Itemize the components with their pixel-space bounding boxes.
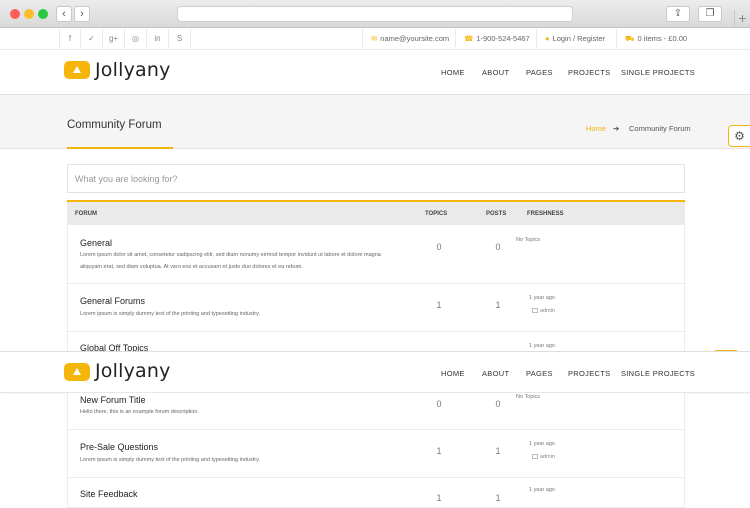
forum-table-header: FORUM TOPICS POSTS FRESHNESS (67, 200, 685, 225)
email-text: name@yoursite.com (380, 34, 450, 43)
menu-single-projects[interactable]: SINGLE PROJECTS (621, 68, 695, 77)
topics-count: 1 (436, 300, 442, 310)
freshness-link[interactable]: 1 year ago (529, 343, 555, 349)
menu-home[interactable]: HOME (441, 68, 465, 77)
breadcrumb-home[interactable]: Home (586, 124, 606, 133)
table-row: New Forum Title Hello there, this is an … (67, 393, 685, 430)
forum-description: Lorem ipsum is simply dummy text of the … (80, 457, 260, 463)
login-link[interactable]: ● Login / Register (536, 28, 613, 50)
close-window-button[interactable] (10, 9, 20, 19)
logo-text[interactable]: Jollyany (95, 59, 171, 81)
col-forum: FORUM (75, 211, 97, 217)
sticky-header: Jollyany HOME ABOUT PAGES PROJECTS SINGL… (0, 351, 750, 393)
page-title: Community Forum (67, 119, 162, 131)
posts-count: 0 (495, 399, 501, 409)
forum-title-link[interactable]: Site Feedback (80, 489, 138, 499)
title-underline (67, 147, 173, 149)
page-title-bar: Community Forum Home ➔ Community Forum (0, 94, 750, 149)
logo-icon[interactable] (64, 363, 90, 381)
facebook-icon[interactable]: f (59, 28, 81, 50)
address-bar[interactable] (177, 6, 573, 22)
avatar (532, 308, 538, 313)
minimize-window-button[interactable] (24, 9, 34, 19)
breadcrumb-arrow-icon: ➔ (613, 124, 620, 133)
google-plus-icon[interactable]: g+ (103, 28, 125, 50)
menu-about[interactable]: ABOUT (482, 68, 509, 77)
table-row: Site Feedback 1 1 1 year ago (67, 478, 685, 508)
logo-text[interactable]: Jollyany (95, 360, 171, 382)
author-link[interactable]: admin (532, 308, 555, 314)
forum-title-link[interactable]: Pre-Sale Questions (80, 442, 158, 452)
forum-description: Hello there, this is an example forum de… (80, 409, 199, 415)
freshness-text: No Topics (516, 237, 541, 243)
login-text: Login / Register (552, 34, 606, 43)
new-tab-icon[interactable]: + (734, 10, 750, 28)
author-name: admin (540, 454, 555, 460)
skype-icon[interactable]: S (169, 28, 191, 50)
menu-pages[interactable]: PAGES (526, 68, 553, 77)
forum-title-link[interactable]: General (80, 238, 112, 248)
settings-gear-icon[interactable]: ⚙ (728, 125, 750, 147)
topics-count: 0 (436, 399, 442, 409)
posts-count: 1 (495, 493, 501, 503)
author-link[interactable]: admin (532, 454, 555, 460)
phone-link[interactable]: ☎ 1-900-524-5467 (455, 28, 538, 50)
phone-icon: ☎ (464, 34, 474, 43)
posts-count: 0 (495, 242, 501, 252)
breadcrumb-current: Community Forum (629, 124, 691, 133)
author-name: admin (540, 308, 555, 314)
col-topics: TOPICS (425, 211, 448, 217)
cart-icon: ⛟ (625, 34, 635, 43)
cart-link[interactable]: ⛟ 0 items - £0.00 (616, 28, 695, 50)
avatar (532, 454, 538, 459)
forum-title-link[interactable]: General Forums (80, 296, 145, 306)
freshness-text: No Topics (516, 394, 541, 400)
menu-pages[interactable]: PAGES (526, 369, 553, 378)
twitter-icon[interactable]: ✓ (81, 28, 103, 50)
col-posts: POSTS (486, 211, 507, 217)
share-icon[interactable]: ⇪ (666, 6, 690, 22)
menu-about[interactable]: ABOUT (482, 369, 509, 378)
table-row: General Forums Lorem ipsum is simply dum… (67, 284, 685, 332)
menu-single-projects[interactable]: SINGLE PROJECTS (621, 369, 695, 378)
linkedin-icon[interactable]: in (147, 28, 169, 50)
table-row: Global Off Topics 1 year ago (67, 332, 685, 353)
browser-toolbar: ‹ › ⇪ ❐ + (0, 0, 750, 28)
col-freshness: FRESHNESS (527, 211, 564, 217)
cart-text: 0 items - £0.00 (637, 34, 688, 43)
forward-button[interactable]: › (74, 6, 90, 22)
user-icon: ● (545, 34, 550, 43)
freshness-link[interactable]: 1 year ago (529, 487, 555, 493)
freshness-link[interactable]: 1 year ago (529, 295, 555, 301)
envelope-icon: ✉ (371, 34, 378, 43)
table-row: General Lorem ipsum dolor sit amet, cons… (67, 225, 685, 284)
tabs-icon[interactable]: ❐ (698, 6, 722, 22)
freshness-link[interactable]: 1 year ago (529, 441, 555, 447)
zoom-window-button[interactable] (38, 9, 48, 19)
topics-count: 0 (436, 242, 442, 252)
logo-icon[interactable] (64, 61, 90, 79)
topics-count: 1 (436, 446, 442, 456)
phone-text: 1-900-524-5467 (476, 34, 530, 43)
forum-description: Lorem ipsum is simply dummy text of the … (80, 311, 260, 317)
forum-description: Lorem ipsum dolor sit amet, consetetur s… (80, 252, 381, 270)
menu-home[interactable]: HOME (441, 369, 465, 378)
posts-count: 1 (495, 446, 501, 456)
top-bar: f ✓ g+ ◎ in S ✉ name@yoursite.com ☎ 1-900-… (0, 28, 750, 50)
back-button[interactable]: ‹ (56, 6, 72, 22)
dribbble-icon[interactable]: ◎ (125, 28, 147, 50)
posts-count: 1 (495, 300, 501, 310)
main-header: Jollyany HOME ABOUT PAGES PROJECTS SINGL… (0, 50, 750, 94)
forum-title-link[interactable]: New Forum Title (80, 395, 146, 405)
topics-count: 1 (436, 493, 442, 503)
email-link[interactable]: ✉ name@yoursite.com (362, 28, 457, 50)
menu-projects[interactable]: PROJECTS (568, 68, 610, 77)
search-input[interactable] (68, 165, 684, 192)
search-box (67, 164, 685, 193)
table-row: Pre-Sale Questions Lorem ipsum is simply… (67, 430, 685, 478)
menu-projects[interactable]: PROJECTS (568, 369, 610, 378)
